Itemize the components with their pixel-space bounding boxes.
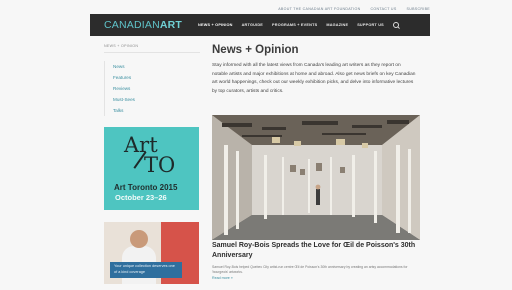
page: ABOUT THE CANADIAN ART FOUNDATION CONTAC…: [0, 0, 512, 290]
main-nav: NEWS + OPINION ARTGUIDE PROGRAMS + EVENT…: [198, 14, 399, 36]
ad-collection[interactable]: Your unique collection deserves one of a…: [104, 222, 199, 284]
main-content: News + Opinion Stay informed with all th…: [212, 44, 420, 96]
ad-art-to-line2: TO: [144, 153, 176, 177]
sidebar: NEWS + OPINION News Features Reviews Mus…: [104, 44, 200, 116]
search-icon[interactable]: [392, 22, 399, 28]
nav-artguide[interactable]: ARTGUIDE: [242, 23, 263, 27]
utility-bar: ABOUT THE CANADIAN ART FOUNDATION CONTAC…: [90, 4, 430, 14]
sidebar-item-talks[interactable]: Talks: [113, 105, 200, 116]
featured-image[interactable]: [212, 115, 420, 240]
nav-news-opinion[interactable]: NEWS + OPINION: [198, 23, 233, 27]
logo-text-light: CANADIAN: [104, 19, 160, 31]
sidebar-item-features[interactable]: Features: [113, 72, 200, 83]
sidebar-item-news[interactable]: News: [113, 61, 200, 72]
logo-text-bold: ART: [159, 19, 183, 31]
gallery-installation-photo: [212, 115, 420, 240]
sidebar-item-must-sees[interactable]: Must-Sees: [113, 94, 200, 105]
intro-text: Stay informed with all the latest views …: [212, 63, 416, 94]
breadcrumb[interactable]: NEWS + OPINION: [104, 44, 200, 53]
ad-art-toronto[interactable]: Art TO Art Toronto 2015 October 23–26: [104, 127, 199, 210]
sidebar-item-reviews[interactable]: Reviews: [113, 83, 200, 94]
utility-link-subscribe[interactable]: SUBSCRIBE: [407, 7, 430, 11]
nav-support-us[interactable]: SUPPORT US: [357, 23, 384, 27]
ad-collection-caption: Your unique collection deserves one of a…: [110, 262, 182, 278]
utility-link-about[interactable]: ABOUT THE CANADIAN ART FOUNDATION: [278, 7, 360, 11]
site-header: CANADIANART NEWS + OPINION ARTGUIDE PROG…: [90, 14, 430, 36]
featured-article-excerpt: Samuel Roy-Bois helped Quebec City artis…: [212, 265, 408, 275]
ad-event-name: Art Toronto 2015: [114, 183, 178, 192]
site-logo[interactable]: CANADIANART: [104, 19, 182, 31]
utility-link-contact[interactable]: CONTACT US: [370, 7, 396, 11]
ad-event-dates: October 23–26: [115, 193, 167, 202]
section-nav: News Features Reviews Must-Sees Talks: [104, 61, 200, 116]
nav-programs-events[interactable]: PROGRAMS + EVENTS: [272, 23, 317, 27]
page-title: News + Opinion: [212, 44, 299, 56]
read-more-link[interactable]: Read more »: [212, 276, 233, 280]
featured-article-title[interactable]: Samuel Roy-Bois Spreads the Love for Œil…: [212, 241, 420, 260]
ad-person-photo: [130, 230, 148, 248]
nav-magazine[interactable]: MAGAZINE: [326, 23, 348, 27]
